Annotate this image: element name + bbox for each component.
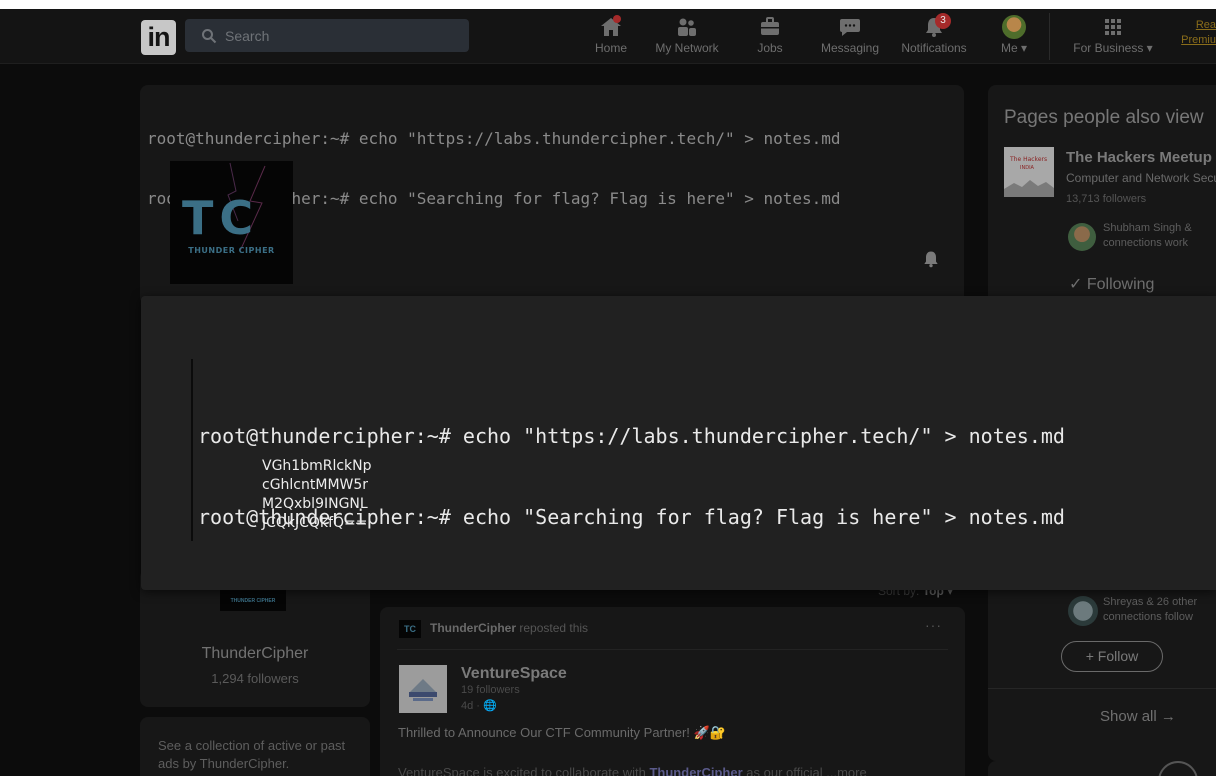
- search-placeholder: Search: [225, 28, 270, 44]
- connections2-line1: Shreyas & 26 other: [1103, 596, 1198, 608]
- network-icon: [678, 18, 696, 36]
- nav-home[interactable]: Home: [593, 15, 629, 60]
- reposted-text: reposted this: [519, 621, 589, 635]
- terminal-overlay: root@thundercipher:~# echo "https://labs…: [141, 296, 1216, 590]
- venturespace-logo[interactable]: [399, 665, 447, 713]
- encoded-line: M2Qxbl9INGNL: [262, 496, 368, 512]
- nav-me-label: Me ▾: [1000, 41, 1028, 55]
- connections-follow-text: Shreyas & 26 other connections follow: [1103, 595, 1197, 625]
- company-name[interactable]: ThunderCipher: [140, 645, 370, 663]
- pages-also-viewed-title: Pages people also view: [1004, 107, 1204, 128]
- nav-me[interactable]: Me ▾: [997, 15, 1031, 60]
- linkedin-page: in Search Home My Network Jobs Messaging…: [0, 9, 1216, 776]
- overlay-terminal-line1: root@thundercipher:~# echo "https://labs…: [198, 424, 1065, 448]
- post-author-name[interactable]: VentureSpace: [461, 665, 567, 683]
- see-more-link[interactable]: as our official ...more: [743, 765, 866, 776]
- connections-line2: connections work: [1103, 237, 1188, 249]
- overlay-left-rule: [191, 359, 193, 541]
- post-divider: [397, 649, 948, 650]
- post-timestamp: 4d · 🌐: [461, 700, 497, 712]
- page-industry: Computer and Network Security: [1066, 171, 1216, 185]
- page-name[interactable]: The Hackers Meetup: [1066, 149, 1212, 166]
- company-logo-small[interactable]: THUNDER CIPHER: [220, 589, 286, 611]
- show-all-link[interactable]: Show all →: [1100, 708, 1176, 725]
- company-logo[interactable]: TC THUNDER CIPHER: [170, 161, 293, 284]
- reposter-name[interactable]: ThunderCipher: [430, 621, 516, 635]
- post-text-line1: Thrilled to Announce Our CTF Community P…: [398, 725, 726, 740]
- connections2-line2: connections follow: [1103, 611, 1193, 623]
- encoded-line: JCQkJCQkfQ==: [262, 515, 368, 531]
- company-logo-text: THUNDER CIPHER: [188, 246, 275, 255]
- reposter-logo[interactable]: TC: [399, 620, 421, 638]
- nav-home-label: Home: [594, 41, 627, 55]
- encoded-line: VGh1bmRlckNp: [262, 458, 372, 474]
- page-followers: 13,713 followers: [1066, 193, 1147, 205]
- cover-terminal-line1: root@thundercipher:~# echo "https://labs…: [147, 129, 841, 148]
- ads-text[interactable]: See a collection of active or past ads b…: [158, 737, 358, 773]
- repost-header: ThunderCipher reposted this: [430, 621, 588, 635]
- svg-text:INDIA: INDIA: [1020, 165, 1035, 171]
- search-input[interactable]: Search: [185, 19, 469, 52]
- connections-line1: Shubham Singh &: [1103, 222, 1192, 234]
- svg-text:The Hackers: The Hackers: [1009, 156, 1047, 163]
- nav-for-business[interactable]: For Business ▾: [1067, 15, 1159, 60]
- panel-divider: [988, 688, 1216, 689]
- nav-my-network-label: My Network: [655, 41, 719, 55]
- encoded-line: cGhlcntMMW5r: [262, 477, 369, 493]
- avatar: [1002, 15, 1026, 39]
- linkedin-logo[interactable]: in: [141, 20, 176, 55]
- nav-notifications[interactable]: 3 Notifications: [896, 13, 972, 60]
- nav-messaging-label: Messaging: [820, 41, 880, 55]
- connections-work-text: Shubham Singh & connections work: [1103, 221, 1192, 251]
- following-button[interactable]: ✓ Following: [1069, 274, 1154, 294]
- encoded-flag-text: VGh1bmRlckNp cGhlcntMMW5r M2Qxbl9INGNL J…: [262, 457, 372, 533]
- top-nav: in Search Home My Network Jobs Messaging…: [0, 9, 1216, 64]
- post-text-line2: VentureSpace is excited to collaborate w…: [398, 765, 867, 776]
- hackers-meetup-logo-graphic: The Hackers INDIA: [1004, 147, 1054, 197]
- company-logo-letters: TC: [182, 191, 260, 245]
- venturespace-logo-graphic: [399, 665, 447, 713]
- home-dot: [613, 15, 621, 23]
- briefcase-icon: [761, 17, 779, 35]
- premium-link[interactable]: Rea Premiu: [1172, 18, 1216, 48]
- premium-line2: Premiu: [1181, 34, 1216, 46]
- chat-icon: [840, 19, 860, 36]
- premium-line1: Rea: [1195, 19, 1216, 31]
- search-icon: [202, 29, 217, 44]
- company-logo-small-text: THUNDER CIPHER: [230, 598, 276, 604]
- nav-messaging[interactable]: Messaging: [817, 15, 883, 60]
- bell-icon[interactable]: [921, 249, 941, 269]
- post-text-part: VentureSpace is excited to collaborate w…: [398, 765, 650, 776]
- grid-icon: [1105, 19, 1121, 35]
- company-followers: 1,294 followers: [211, 671, 299, 686]
- mention-link[interactable]: ThunderCipher: [649, 765, 742, 776]
- notifications-badge: 3: [935, 13, 951, 29]
- post-menu-button[interactable]: ···: [925, 617, 942, 633]
- follow-button[interactable]: + Follow: [1061, 641, 1163, 672]
- hackers-meetup-logo[interactable]: The Hackers INDIA: [1004, 147, 1054, 197]
- nav-divider: [1049, 13, 1050, 60]
- nav-my-network[interactable]: My Network: [650, 15, 724, 60]
- nav-notifications-label: Notifications: [901, 41, 967, 55]
- nav-for-business-label: For Business ▾: [1073, 41, 1153, 55]
- nav-jobs-label: Jobs: [757, 41, 783, 55]
- nav-jobs[interactable]: Jobs: [751, 15, 789, 60]
- connection-avatar-2: [1068, 596, 1098, 626]
- connection-avatar: [1068, 223, 1096, 251]
- post-author-followers: 19 followers: [461, 684, 520, 696]
